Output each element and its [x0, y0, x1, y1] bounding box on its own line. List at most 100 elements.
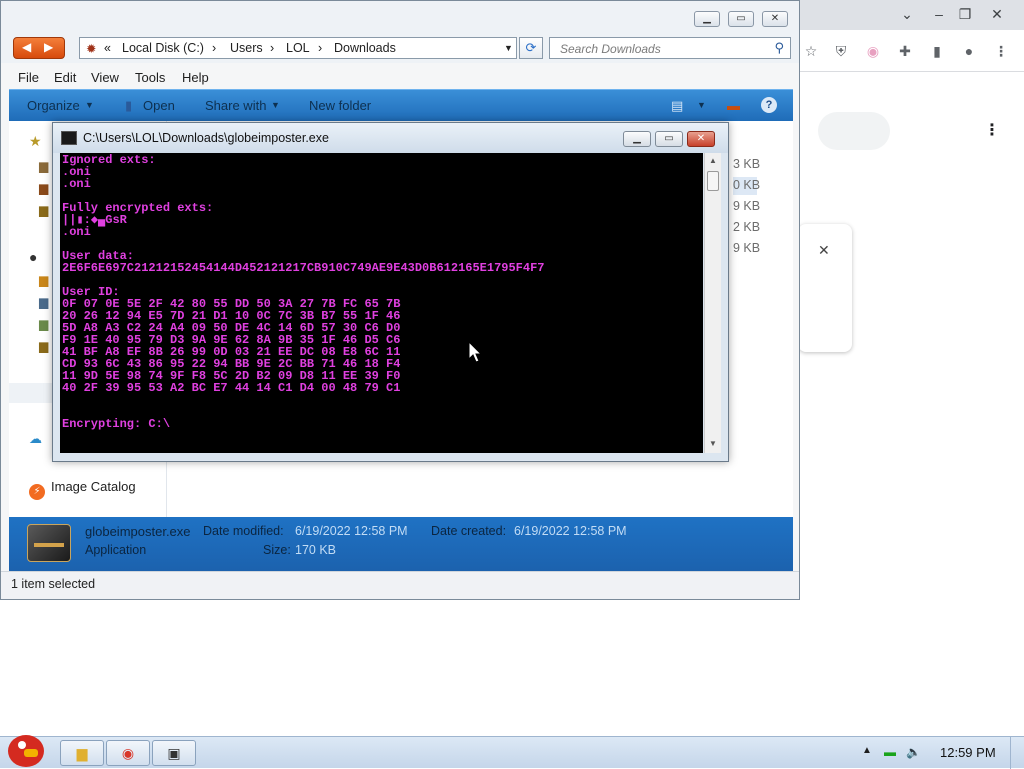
console-icon: ▣ [167, 745, 181, 761]
breadcrumb-back[interactable]: « [104, 41, 111, 55]
breadcrumb-downloads[interactable]: Downloads [334, 41, 396, 55]
console-window: C:\Users\LOL\Downloads\globeimposter.exe… [52, 122, 729, 462]
date-created-label: Date created: [431, 524, 507, 538]
sidepanel-icon[interactable]: ▮ [928, 42, 946, 60]
nav-library-icon[interactable]: ▆ [39, 273, 48, 287]
search-box[interactable]: Search Downloads ⚲ [549, 37, 791, 59]
close-button[interactable]: ✕ [762, 11, 788, 27]
taskbar-console-button[interactable]: ▣ [152, 740, 196, 766]
status-bar: 1 item selected [1, 571, 799, 599]
menu-edit[interactable]: Edit [54, 70, 76, 85]
file-size: 9 KB [733, 199, 761, 213]
menu-kebab-icon[interactable]: ⋮ [992, 42, 1010, 60]
maximize-button[interactable]: ▭ [728, 11, 754, 27]
favorites-star-icon[interactable]: ★ [29, 133, 42, 150]
image-catalog-item[interactable]: ⚡ Image Catalog [29, 479, 136, 500]
console-scrollbar[interactable]: ▲ ▼ [704, 153, 721, 453]
refresh-button[interactable]: ⟳ [519, 37, 543, 59]
extension-flag-icon[interactable]: ◉ [864, 42, 882, 60]
profile-icon[interactable]: ● [960, 42, 978, 60]
preview-pane-icon[interactable]: ▬ [727, 98, 740, 113]
start-button[interactable] [4, 731, 48, 769]
breadcrumb-local-disk[interactable]: Local Disk (C:) [122, 41, 204, 55]
menu-help[interactable]: Help [182, 70, 209, 85]
menu-file[interactable]: File [18, 70, 39, 85]
menu-view[interactable]: View [91, 70, 119, 85]
share-dropdown-icon[interactable]: ▼ [271, 100, 280, 110]
size-value: 170 KB [295, 543, 337, 557]
minimize-icon[interactable]: – [930, 6, 948, 22]
puzzle-icon[interactable]: ✚ [896, 42, 914, 60]
chrome-icon: ◉ [121, 745, 135, 761]
size-label: Size: [263, 543, 291, 557]
folder-icon: ▆ [76, 745, 88, 761]
image-catalog-label: Image Catalog [51, 479, 136, 494]
chevron-right-icon[interactable]: › [270, 41, 274, 55]
network-tray-icon[interactable]: ▬ [884, 745, 896, 759]
scroll-down-icon[interactable]: ▼ [709, 439, 717, 448]
console-output[interactable]: Ignored exts: .oni .oni Fully encrypted … [60, 153, 703, 453]
tray-expand-icon[interactable]: ▲ [862, 745, 872, 756]
minimize-button[interactable]: ▁ [694, 11, 720, 27]
volume-icon[interactable]: 🔈 [906, 745, 921, 759]
view-dropdown-icon[interactable]: ▼ [697, 100, 706, 110]
console-titlebar[interactable]: C:\Users\LOL\Downloads\globeimposter.exe… [53, 123, 728, 153]
star-icon[interactable]: ☆ [802, 42, 820, 60]
date-created-value: 6/19/2022 12:58 PM [514, 524, 627, 538]
image-catalog-icon: ⚡ [29, 484, 45, 500]
file-size: 9 KB [733, 241, 761, 255]
libraries-icon[interactable]: ● [29, 249, 37, 265]
card-close-icon[interactable]: ✕ [818, 242, 830, 259]
console-title: C:\Users\LOL\Downloads\globeimposter.exe [83, 131, 329, 145]
scroll-thumb[interactable] [707, 171, 719, 191]
console-maximize-button[interactable]: ▭ [655, 131, 683, 147]
close-icon[interactable]: ✕ [988, 6, 1006, 22]
breadcrumb-lol[interactable]: LOL [286, 41, 310, 55]
open-button[interactable]: Open [143, 98, 175, 113]
chevron-right-icon[interactable]: › [212, 41, 216, 55]
page-menu-icon[interactable]: ⋮ [984, 120, 1000, 140]
new-folder-button[interactable]: New folder [309, 98, 371, 113]
taskbar-chrome-button[interactable]: ◉ [106, 740, 150, 766]
console-close-button[interactable]: ✕ [687, 131, 715, 147]
share-with-button[interactable]: Share with [205, 98, 266, 113]
file-size: 2 KB [733, 220, 761, 234]
breadcrumb-users[interactable]: Users [230, 41, 263, 55]
chrome-search-pill[interactable] [818, 112, 890, 150]
console-app-icon [61, 131, 77, 145]
view-options-icon[interactable]: ▤ [671, 98, 683, 114]
ublock-icon[interactable]: ⛨ [832, 42, 850, 60]
start-icon-beak [24, 749, 38, 757]
address-row: ◀ ▶ ✹ « Local Disk (C:) › Users › LOL › … [1, 33, 799, 63]
scroll-up-icon[interactable]: ▲ [709, 156, 717, 165]
help-icon[interactable]: ? [761, 97, 777, 113]
nav-library-icon[interactable]: ▆ [39, 317, 48, 331]
chevron-down-icon[interactable]: ⌄ [898, 6, 916, 22]
clock[interactable]: 12:59 PM [940, 745, 996, 760]
mouse-cursor-icon [468, 341, 482, 363]
command-bar: Organize ▼ ▮ Open Share with ▼ New folde… [9, 89, 793, 121]
nav-library-icon[interactable]: ▆ [39, 295, 48, 309]
nav-folder-icon[interactable]: ▆ [39, 203, 48, 217]
network-icon[interactable]: ☁ [29, 431, 42, 447]
show-desktop-button[interactable] [1010, 737, 1024, 769]
search-icon[interactable]: ⚲ [774, 40, 784, 56]
address-bar[interactable]: ✹ « Local Disk (C:) › Users › LOL › Down… [79, 37, 517, 59]
chevron-right-icon[interactable]: › [318, 41, 322, 55]
chrome-window: ⌄ – ❐ ✕ ☆ ⛨ ◉ ✚ ▮ ● ⋮ ⋮ ✕ [798, 0, 1024, 768]
application-thumbnail-icon [27, 524, 71, 562]
organize-button[interactable]: Organize [27, 98, 80, 113]
search-placeholder: Search Downloads [560, 42, 661, 56]
nav-folder-icon[interactable]: ▆ [39, 159, 48, 173]
nav-library-icon[interactable]: ▆ [39, 339, 48, 353]
organize-dropdown-icon[interactable]: ▼ [85, 100, 94, 110]
back-arrow-icon[interactable]: ◀ [22, 40, 31, 54]
restore-icon[interactable]: ❐ [956, 6, 974, 22]
dropdown-arrow-icon[interactable]: ▼ [504, 43, 513, 53]
forward-arrow-icon[interactable]: ▶ [44, 40, 53, 54]
taskbar-explorer-button[interactable]: ▆ [60, 740, 104, 766]
nav-folder-icon[interactable]: ▆ [39, 181, 48, 195]
status-text: 1 item selected [11, 577, 96, 591]
console-minimize-button[interactable]: ▁ [623, 131, 651, 147]
menu-tools[interactable]: Tools [135, 70, 165, 85]
